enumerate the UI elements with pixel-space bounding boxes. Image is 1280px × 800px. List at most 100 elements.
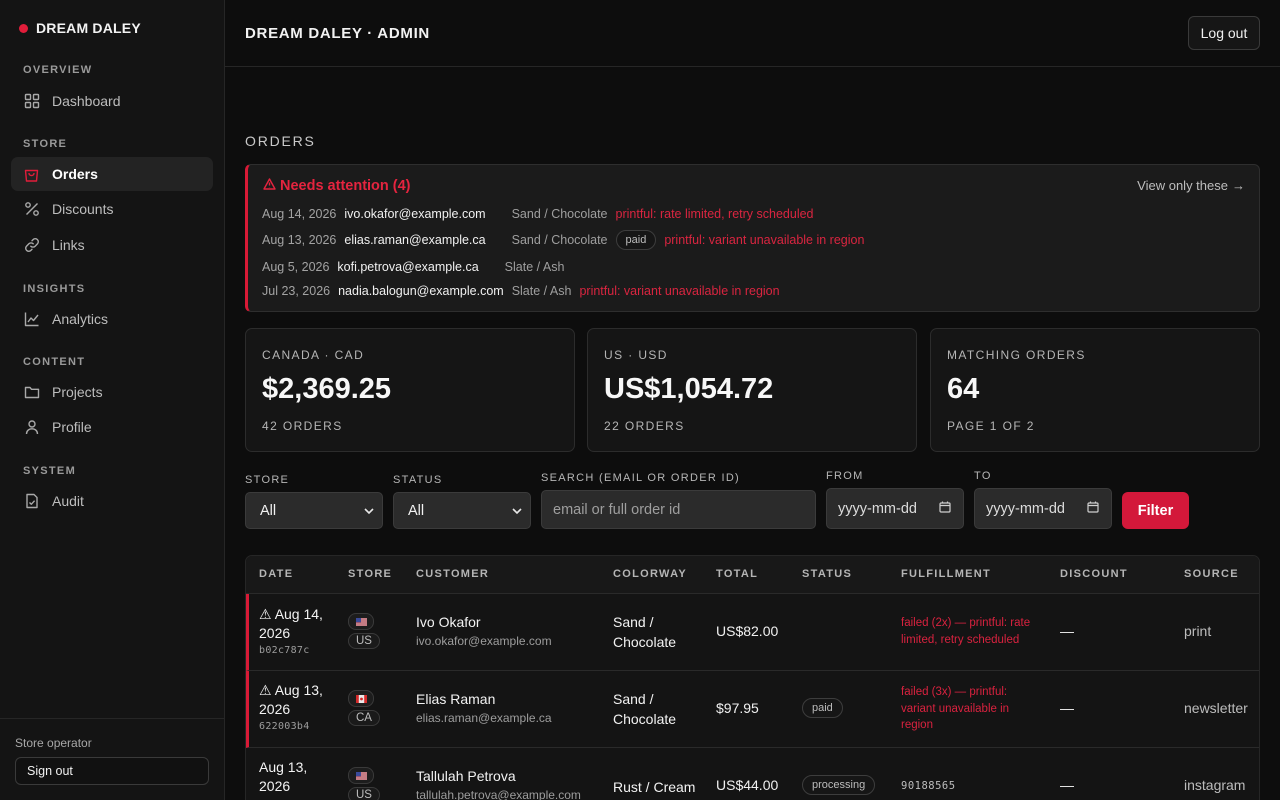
column-header-store[interactable]: STORE bbox=[348, 568, 392, 580]
column-header-status[interactable]: STATUS bbox=[802, 568, 852, 580]
sidebar-item-analytics[interactable]: Analytics bbox=[11, 302, 213, 336]
sidebar-item-label: Dashboard bbox=[52, 93, 121, 109]
status-cell: processing bbox=[802, 775, 876, 795]
user-icon bbox=[23, 419, 40, 436]
nav-section-insights: INSIGHTS bbox=[23, 283, 86, 295]
column-header-discount[interactable]: DISCOUNT bbox=[1060, 568, 1128, 580]
column-header-fulfillment[interactable]: FULFILLMENT bbox=[901, 568, 991, 580]
customer-name: Elias Raman bbox=[416, 691, 496, 707]
attention-date: Aug 5, 2026 bbox=[262, 260, 330, 274]
column-header-date[interactable]: DATE bbox=[259, 568, 293, 580]
card-value: $2,369.25 bbox=[262, 373, 392, 405]
colorway-cell: Rust / Cream bbox=[613, 779, 696, 795]
top-header: DREAM DALEY · ADMIN Log out bbox=[225, 0, 1280, 67]
card-label: CANADA · CAD bbox=[262, 348, 365, 362]
column-header-colorway[interactable]: COLORWAY bbox=[613, 568, 687, 580]
attention-row[interactable]: Aug 5, 2026 kofi.petrova@example.ca Slat… bbox=[262, 260, 564, 274]
source-cell: instagram bbox=[1184, 777, 1246, 793]
order-date: ⚠ Aug 13, 2026 bbox=[259, 681, 331, 719]
sidebar-item-audit[interactable]: Audit bbox=[11, 484, 213, 518]
attention-email: nadia.balogun@example.com bbox=[338, 284, 504, 298]
document-check-icon bbox=[23, 493, 40, 510]
brand-dot-icon bbox=[19, 23, 28, 33]
filter-button[interactable]: Filter bbox=[1122, 492, 1189, 529]
from-date-input[interactable]: yyyy-mm-dd bbox=[826, 488, 964, 529]
table-row[interactable]: ⚠ Aug 14, 2026 b02c787c US Ivo Okafor iv… bbox=[246, 594, 1259, 671]
fulfillment-cell: failed (2x) — printful: rate limited, re… bbox=[901, 617, 1031, 646]
sidebar-item-profile[interactable]: Profile bbox=[11, 410, 213, 444]
warning-icon bbox=[263, 178, 276, 194]
discount-cell: — bbox=[1060, 700, 1074, 716]
sign-out-button[interactable]: Sign out bbox=[15, 757, 209, 785]
order-id: b02c787c bbox=[259, 645, 310, 656]
attention-row[interactable]: Aug 13, 2026 elias.raman@example.ca Sand… bbox=[262, 230, 864, 250]
orders-table: DATE STORE CUSTOMER COLORWAY TOTAL STATU… bbox=[245, 555, 1260, 800]
column-header-customer[interactable]: CUSTOMER bbox=[416, 568, 489, 580]
customer-email: elias.raman@example.ca bbox=[416, 711, 552, 725]
sidebar-item-dashboard[interactable]: Dashboard bbox=[11, 84, 213, 118]
order-id: 622003b4 bbox=[259, 721, 310, 732]
store-code: US bbox=[348, 787, 380, 800]
operator-label: Store operator bbox=[15, 736, 92, 750]
view-only-these-label: View only these bbox=[1137, 178, 1228, 193]
discount-cell: — bbox=[1060, 777, 1074, 793]
attention-row[interactable]: Jul 23, 2026 nadia.balogun@example.com S… bbox=[262, 284, 780, 298]
discount-cell: — bbox=[1060, 623, 1074, 639]
attention-title: Needs attention (4) bbox=[263, 178, 411, 194]
customer-cell: Elias Raman elias.raman@example.ca bbox=[416, 691, 552, 725]
card-value: 64 bbox=[947, 373, 980, 405]
card-label: MATCHING ORDERS bbox=[947, 348, 1086, 362]
attention-error: printful: variant unavailable in region bbox=[664, 233, 865, 247]
card-subtext: PAGE 1 OF 2 bbox=[947, 419, 1035, 433]
attention-date: Aug 14, 2026 bbox=[262, 207, 337, 221]
store-select[interactable]: All bbox=[245, 492, 383, 529]
customer-cell: Ivo Okafor ivo.okafor@example.com bbox=[416, 614, 552, 648]
table-row[interactable]: Aug 13, 2026 US Tallulah Petrova tallula… bbox=[246, 748, 1259, 800]
attention-row[interactable]: Aug 14, 2026 ivo.okafor@example.com Sand… bbox=[262, 207, 814, 221]
column-header-total[interactable]: TOTAL bbox=[716, 568, 758, 580]
attention-error: printful: rate limited, retry scheduled bbox=[615, 207, 814, 221]
table-row[interactable]: ⚠ Aug 13, 2026 622003b4 CA Elias Raman e… bbox=[246, 671, 1259, 748]
store-select-value: All bbox=[260, 502, 277, 519]
fulfillment-cell: 90188565 bbox=[901, 780, 956, 792]
store-cell: CA bbox=[348, 690, 380, 726]
nav-section-overview: OVERVIEW bbox=[23, 64, 93, 76]
card-subtext: 22 ORDERS bbox=[604, 419, 685, 433]
status-badge: processing bbox=[802, 775, 876, 795]
customer-cell: Tallulah Petrova tallulah.petrova@exampl… bbox=[416, 768, 581, 800]
status-badge: paid bbox=[802, 698, 843, 718]
view-only-these-link[interactable]: View only these → bbox=[1137, 178, 1245, 193]
sidebar-item-orders[interactable]: Orders bbox=[11, 157, 213, 191]
card-value: US$1,054.72 bbox=[604, 373, 774, 405]
brand-logo[interactable]: DREAM DALEY bbox=[19, 20, 141, 36]
status-filter-label: STATUS bbox=[393, 474, 443, 486]
from-date-label: FROM bbox=[826, 470, 864, 482]
attention-colorway: Sand / Chocolate bbox=[511, 233, 608, 247]
sidebar-item-discounts[interactable]: Discounts bbox=[11, 192, 213, 226]
arrow-right-icon: → bbox=[1232, 178, 1245, 193]
order-date-cell: Aug 13, 2026 bbox=[259, 758, 331, 796]
customer-email: tallulah.petrova@example.com bbox=[416, 788, 581, 800]
brand-name: DREAM DALEY bbox=[36, 20, 141, 36]
sidebar-item-projects[interactable]: Projects bbox=[11, 375, 213, 409]
attention-date: Aug 13, 2026 bbox=[262, 233, 337, 247]
total-cell: US$82.00 bbox=[716, 623, 779, 639]
nav-section-store: STORE bbox=[23, 138, 68, 150]
sidebar-item-links[interactable]: Links bbox=[11, 228, 213, 262]
us-flag-icon bbox=[348, 767, 374, 784]
to-date-input[interactable]: yyyy-mm-dd bbox=[974, 488, 1112, 529]
sidebar-item-label: Orders bbox=[52, 166, 98, 182]
customer-name: Tallulah Petrova bbox=[416, 768, 516, 784]
warning-icon: ⚠ bbox=[259, 606, 272, 622]
column-header-source[interactable]: SOURCE bbox=[1184, 568, 1239, 580]
log-out-button[interactable]: Log out bbox=[1188, 16, 1260, 50]
status-badge: paid bbox=[615, 230, 657, 250]
summary-cards: CANADA · CAD $2,369.25 42 ORDERS US · US… bbox=[245, 328, 1260, 452]
table-header: DATE STORE CUSTOMER COLORWAY TOTAL STATU… bbox=[246, 556, 1259, 594]
status-select[interactable]: All bbox=[393, 492, 531, 529]
source-cell: print bbox=[1184, 623, 1212, 639]
page-header-title: DREAM DALEY · ADMIN bbox=[245, 25, 430, 42]
search-input[interactable]: email or full order id bbox=[541, 490, 816, 529]
card-subtext: 42 ORDERS bbox=[262, 419, 343, 433]
sidebar-item-label: Discounts bbox=[52, 201, 114, 217]
